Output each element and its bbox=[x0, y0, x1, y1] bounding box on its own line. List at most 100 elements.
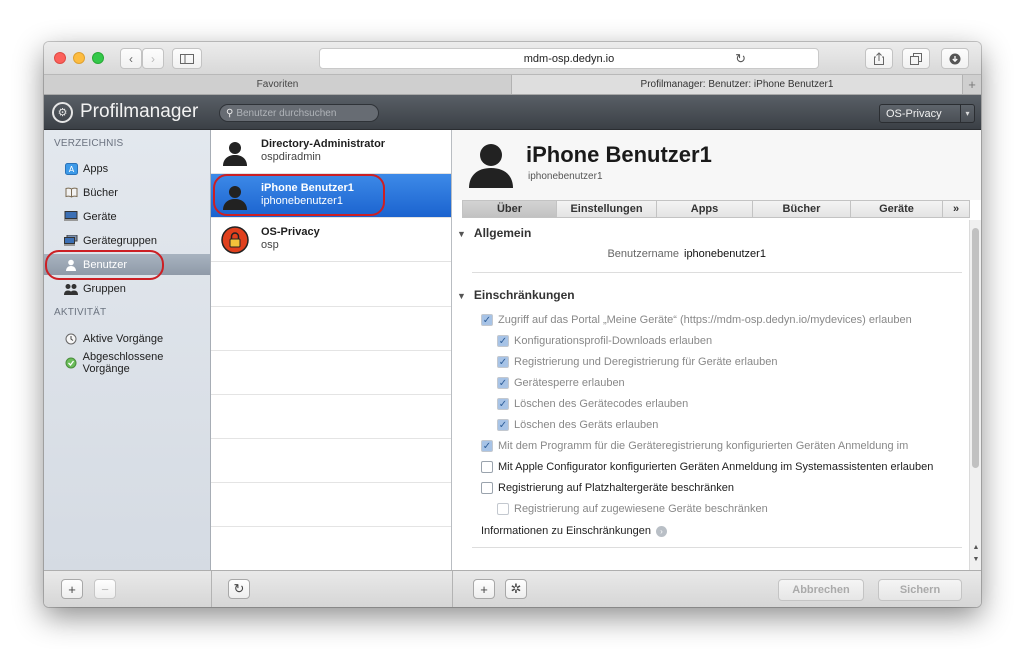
checkbox-assigned-devices[interactable]: Registrierung auf zugewiesene Geräte bes… bbox=[497, 503, 768, 515]
checkbox-clear-passcode[interactable]: ✓ Löschen des Gerätecodes erlauben bbox=[497, 398, 688, 410]
checkbox-label: Registrierung und Deregistrierung für Ge… bbox=[514, 356, 778, 368]
tab-favorites[interactable]: Favoriten bbox=[44, 75, 512, 94]
app-header: ⚙ Profilmanager ⚲ OS-Privacy ▾ bbox=[44, 95, 981, 130]
sidebar-item-apps[interactable]: A Apps bbox=[44, 158, 210, 179]
sidebar-section-directory: VERZEICHNIS bbox=[54, 138, 124, 149]
url-text: mdm-osp.dedyn.io bbox=[523, 52, 615, 65]
detail-content: ▼ Allgemein Benutzername iphonebenutzer1 … bbox=[452, 220, 967, 570]
checkbox-profile-downloads[interactable]: ✓ Konfigurationsprofil-Downloads erlauben bbox=[497, 335, 712, 347]
checkbox-label: Zugriff auf das Portal „Meine Geräte“ (h… bbox=[498, 314, 912, 326]
forward-button[interactable]: › bbox=[142, 48, 164, 69]
checkmark-icon: ✓ bbox=[497, 398, 509, 410]
section-general[interactable]: ▼ Allgemein bbox=[457, 226, 531, 240]
tab-devices[interactable]: Geräte bbox=[851, 201, 943, 217]
share-button[interactable] bbox=[865, 48, 893, 69]
sidebar-remove-button[interactable]: − bbox=[94, 579, 116, 599]
sidebar-item-groups[interactable]: Gruppen bbox=[44, 278, 210, 299]
tab-about[interactable]: Über bbox=[463, 201, 557, 217]
checkbox-device-lock[interactable]: ✓ Gerätesperre erlauben bbox=[497, 377, 625, 389]
organization-selector[interactable]: OS-Privacy ▾ bbox=[879, 104, 975, 123]
list-item-short-name: osp bbox=[261, 239, 279, 251]
refresh-button[interactable]: ↻ bbox=[228, 579, 250, 599]
search-icon: ⚲ bbox=[226, 107, 234, 119]
group-icon bbox=[64, 283, 78, 295]
checkbox-enrollment[interactable]: ✓ Registrierung und Deregistrierung für G… bbox=[497, 356, 778, 368]
device-icon bbox=[64, 211, 78, 223]
zoom-window-button[interactable] bbox=[92, 52, 104, 64]
section-restrictions-title: Einschränkungen bbox=[473, 288, 575, 302]
back-button[interactable]: ‹ bbox=[120, 48, 142, 69]
sidebar-item-active-tasks[interactable]: Aktive Vorgänge bbox=[44, 328, 210, 349]
sidebar-item-device-groups[interactable]: Gerätegruppen bbox=[44, 230, 210, 251]
bottom-toolbar: + − ↻ + ✲ Abbrechen Sichern bbox=[44, 570, 981, 607]
download-icon bbox=[949, 53, 961, 64]
bottom-divider bbox=[211, 571, 212, 607]
detail-add-button[interactable]: + bbox=[473, 579, 495, 599]
sidebar-add-button[interactable]: + bbox=[61, 579, 83, 599]
checkbox-label: Registrierung auf zugewiesene Geräte bes… bbox=[514, 503, 768, 515]
checkmark-icon: ✓ bbox=[497, 419, 509, 431]
detail-scrollbar[interactable]: ▲ ▼ bbox=[969, 220, 981, 570]
user-detail-header: iPhone Benutzer1 iphonebenutzer1 bbox=[452, 130, 981, 200]
sidebar-item-label: Gruppen bbox=[83, 282, 126, 295]
profile-manager-logo-icon: ⚙ bbox=[52, 102, 73, 123]
checkbox-label: Registrierung auf Platzhaltergeräte besc… bbox=[498, 482, 735, 494]
checkbox-wipe-device[interactable]: ✓ Löschen des Geräts erlauben bbox=[497, 419, 658, 431]
tabs-overview-button[interactable] bbox=[902, 48, 930, 69]
list-item-os-privacy[interactable]: OS-Privacy osp bbox=[211, 218, 451, 262]
user-short-name: iphonebenutzer1 bbox=[528, 171, 603, 182]
device-group-icon bbox=[64, 235, 78, 247]
checkmark-icon: ✓ bbox=[497, 335, 509, 347]
checkbox-configurator-login[interactable]: Mit Apple Configurator konfigurierten Ge… bbox=[481, 461, 933, 473]
checkbox-portal-access[interactable]: ✓ Zugriff auf das Portal „Meine Geräte“ (… bbox=[481, 314, 912, 326]
tab-settings[interactable]: Einstellungen bbox=[557, 201, 657, 217]
username-value: iphonebenutzer1 bbox=[684, 248, 766, 260]
gear-icon: ✲ bbox=[510, 581, 522, 596]
sidebar-section-activity: AKTIVITÄT bbox=[54, 307, 107, 318]
book-icon bbox=[64, 187, 78, 199]
username-label: Benutzername bbox=[607, 248, 679, 260]
annotation-highlight-selected-user bbox=[213, 174, 385, 216]
sidebar-item-devices[interactable]: Geräte bbox=[44, 206, 210, 227]
search-input[interactable] bbox=[236, 107, 367, 119]
list-divider bbox=[211, 526, 451, 527]
apps-icon: A bbox=[64, 162, 78, 175]
user-search[interactable]: ⚲ bbox=[219, 104, 379, 122]
section-restrictions[interactable]: ▼ Einschränkungen bbox=[457, 288, 575, 302]
checkbox-label: Mit dem Programm für die Geräteregistrie… bbox=[498, 440, 909, 452]
save-button[interactable]: Sichern bbox=[878, 579, 962, 601]
list-item-directory-administrator[interactable]: Directory-Administrator ospdiradmin bbox=[211, 130, 451, 174]
list-divider bbox=[211, 394, 451, 395]
share-icon bbox=[874, 52, 884, 65]
scrollbar-thumb[interactable] bbox=[972, 228, 979, 468]
downloads-button[interactable] bbox=[941, 48, 969, 69]
tab-more[interactable]: » bbox=[943, 201, 969, 217]
cancel-button[interactable]: Abbrechen bbox=[778, 579, 864, 601]
scroll-up-icon[interactable]: ▲ bbox=[970, 542, 981, 552]
tab-profile-manager[interactable]: Profilmanager: Benutzer: iPhone Benutzer… bbox=[512, 75, 962, 94]
restrictions-info-link[interactable]: Informationen zu Einschränkungen › bbox=[481, 525, 667, 537]
close-window-button[interactable] bbox=[54, 52, 66, 64]
scroll-down-icon[interactable]: ▼ bbox=[970, 554, 981, 564]
sidebar: VERZEICHNIS A Apps Bücher Geräte Geräteg… bbox=[44, 130, 211, 570]
address-bar[interactable]: mdm-osp.dedyn.io ↻ bbox=[319, 48, 819, 69]
tab-apps[interactable]: Apps bbox=[657, 201, 753, 217]
sidebar-item-completed-tasks[interactable]: Abgeschlossene Vorgänge bbox=[44, 351, 210, 375]
checkbox-dep-login[interactable]: ✓ Mit dem Programm für die Geräteregistri… bbox=[481, 440, 908, 452]
app-title: Profilmanager bbox=[80, 101, 199, 122]
gear-menu-button[interactable]: ✲ bbox=[505, 579, 527, 599]
new-tab-button[interactable]: + bbox=[962, 75, 981, 94]
checkbox-label: Löschen des Gerätecodes erlauben bbox=[514, 398, 689, 410]
checkbox-box bbox=[481, 461, 493, 473]
checkbox-placeholder-devices[interactable]: Registrierung auf Platzhaltergeräte besc… bbox=[481, 482, 734, 494]
list-divider bbox=[211, 438, 451, 439]
minimize-window-button[interactable] bbox=[73, 52, 85, 64]
reload-icon[interactable]: ↻ bbox=[735, 51, 746, 67]
list-item-short-name: ospdiradmin bbox=[261, 151, 321, 163]
checkmark-icon: ✓ bbox=[481, 440, 493, 452]
tab-books[interactable]: Bücher bbox=[753, 201, 851, 217]
info-link-label: Informationen zu Einschränkungen bbox=[481, 525, 651, 537]
sidebar-item-label: Gerätegruppen bbox=[83, 234, 157, 247]
sidebar-item-books[interactable]: Bücher bbox=[44, 182, 210, 203]
sidebar-toggle-button[interactable] bbox=[172, 48, 202, 69]
